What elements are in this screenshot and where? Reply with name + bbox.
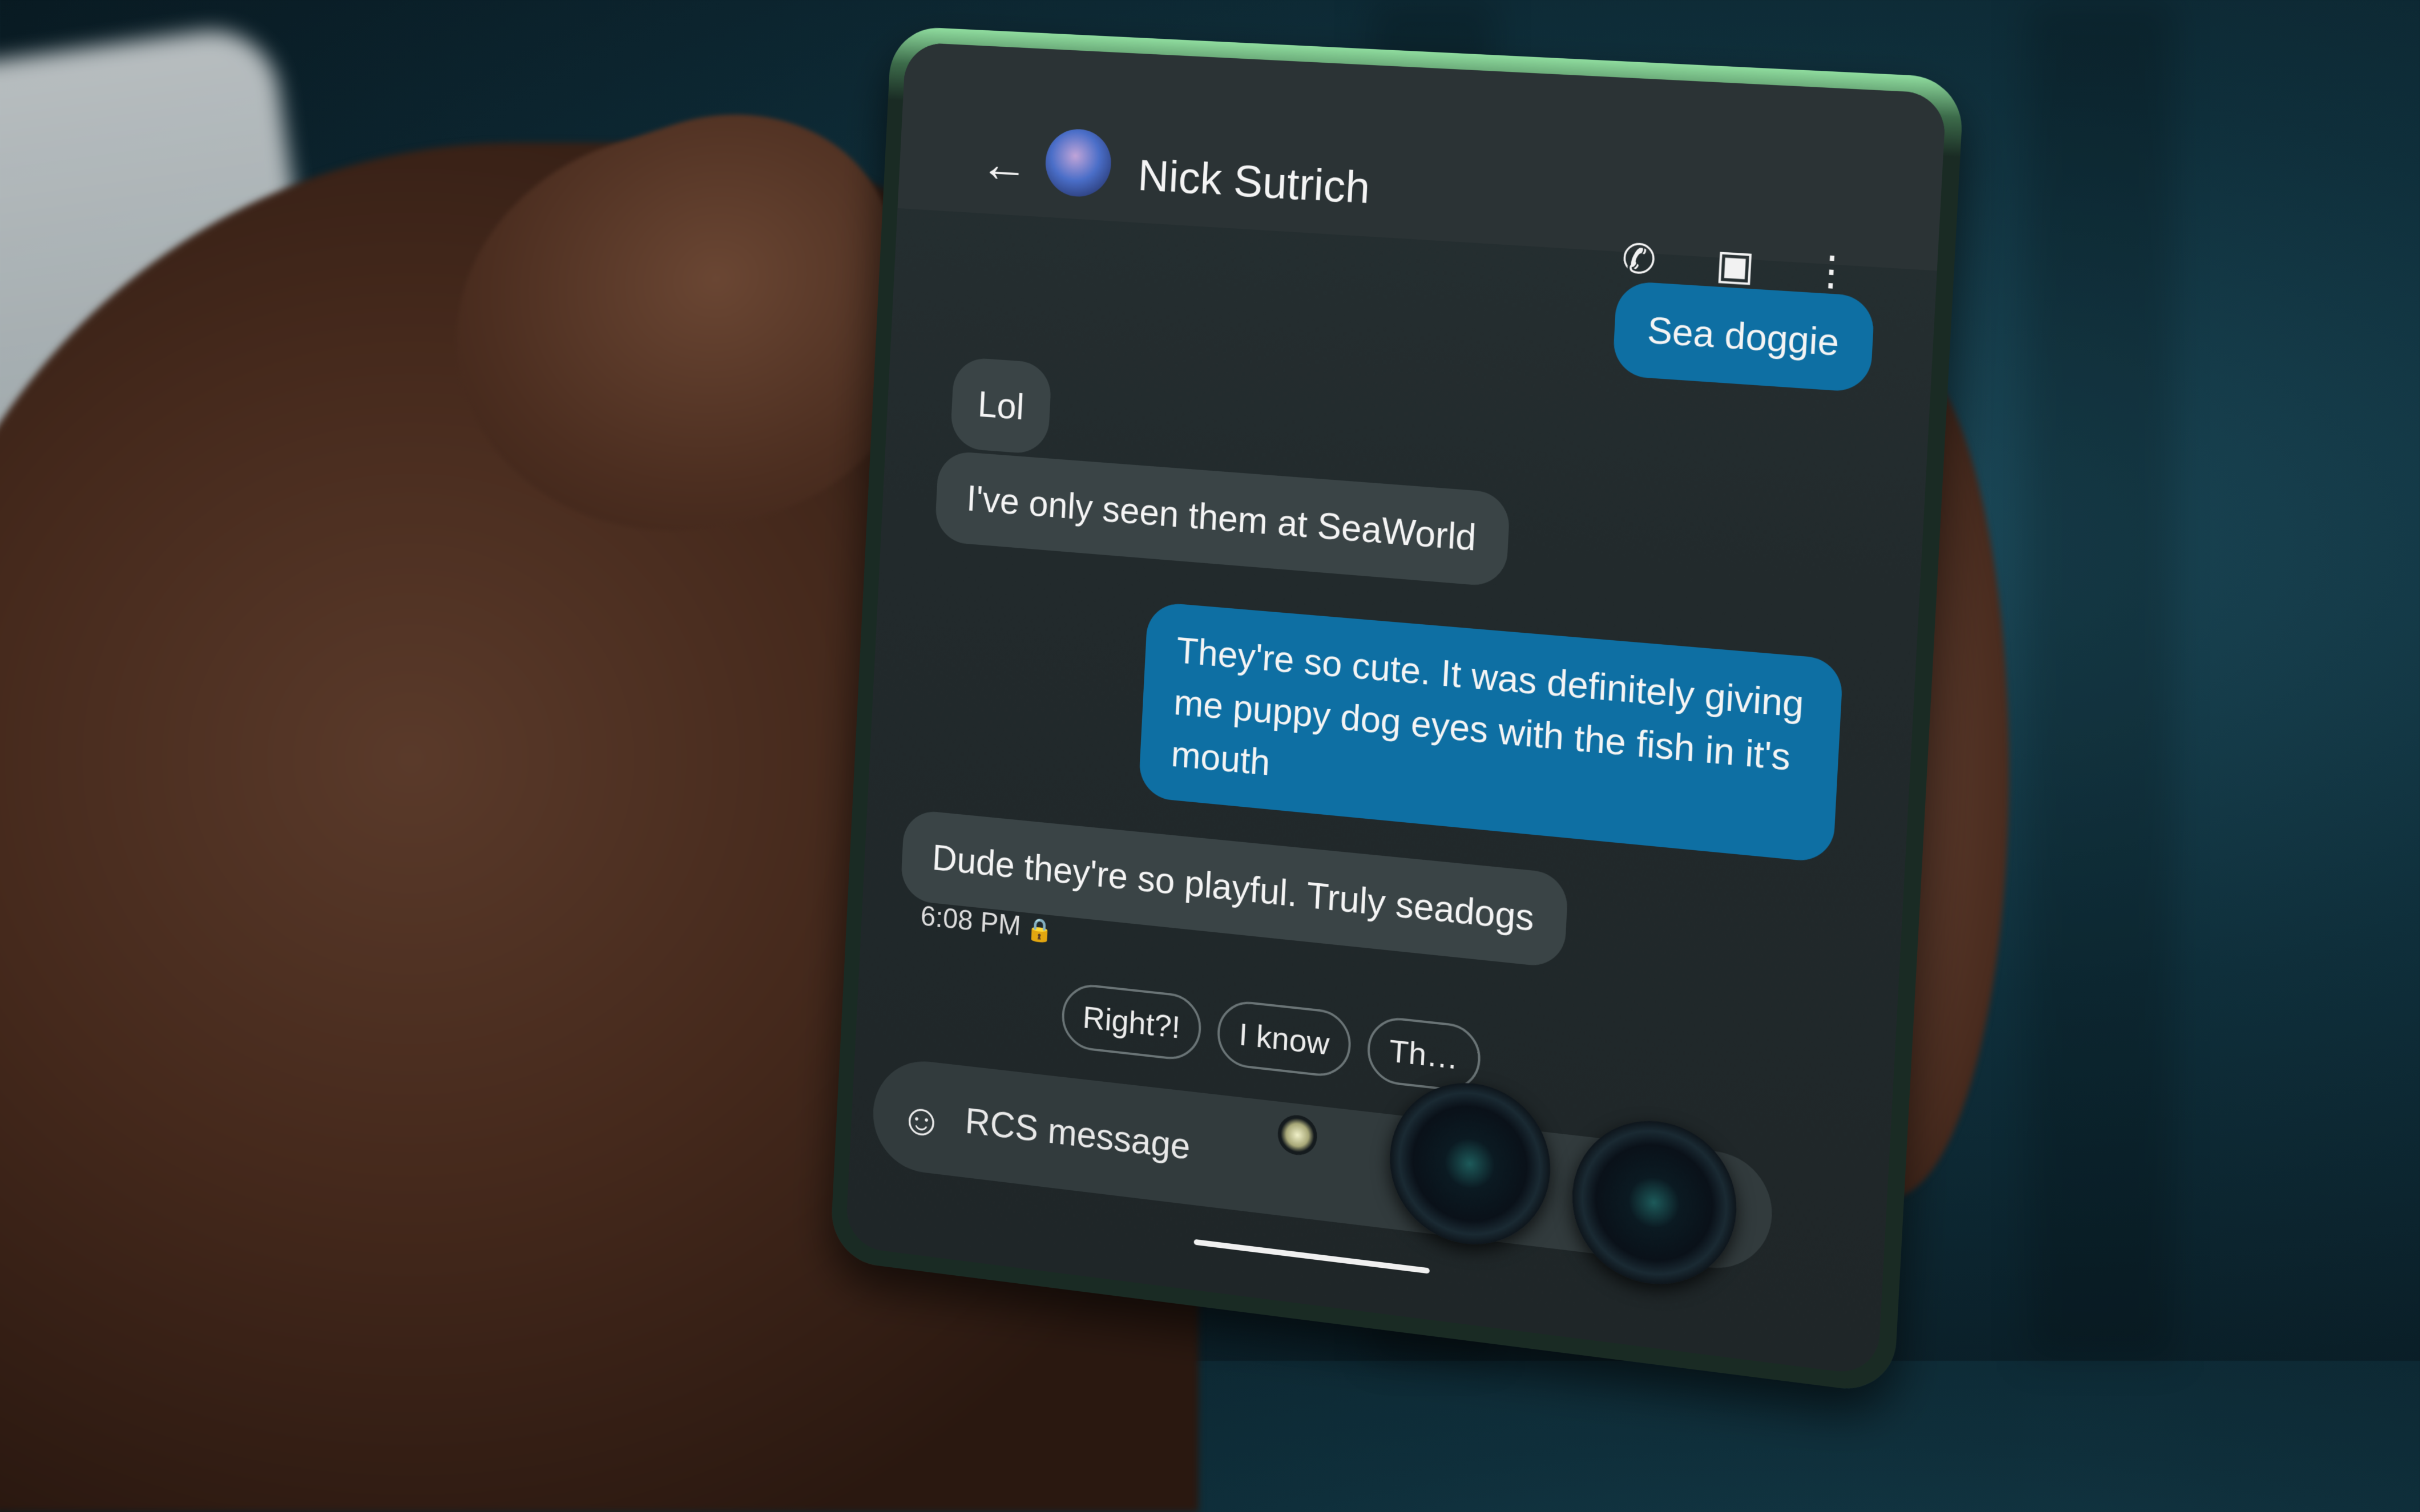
message-bubble-incoming[interactable]: I've only seen them at SeaWorld [934,450,1511,588]
gesture-navigation-bar[interactable] [1193,1239,1430,1274]
more-options-icon[interactable]: ⋮ [1809,245,1854,296]
message-bubble-incoming[interactable]: Dude they're so playful. Truly seadogs [900,808,1569,969]
back-arrow-icon[interactable]: ← [979,135,1030,196]
smart-reply-chip[interactable]: Right?! [1060,981,1203,1063]
message-bubble-outgoing[interactable]: They're so cute. It was definitely givin… [1138,601,1844,864]
video-call-icon[interactable]: ▣ [1715,240,1756,290]
message-bubble-outgoing[interactable]: Sea doggie [1612,280,1876,393]
phone-screen: ← Nick Sutrich ✆ ▣ ⋮ Sea doggie Lol I've… [845,42,1947,1377]
phone: ← Nick Sutrich ✆ ▣ ⋮ Sea doggie Lol I've… [829,26,1965,1395]
lock-icon: 🔒 [1025,916,1054,944]
emoji-smiley-icon[interactable]: ☺ [898,1092,945,1148]
background-shadow [2026,0,2175,1361]
smart-reply-chip[interactable]: I know [1216,998,1353,1080]
phone-call-icon[interactable]: ✆ [1620,235,1657,284]
message-bubble-incoming[interactable]: Lol [950,356,1052,455]
smart-replies: Right?! I know Th… [1060,981,1482,1094]
smart-reply-chip[interactable]: Th… [1366,1014,1482,1094]
